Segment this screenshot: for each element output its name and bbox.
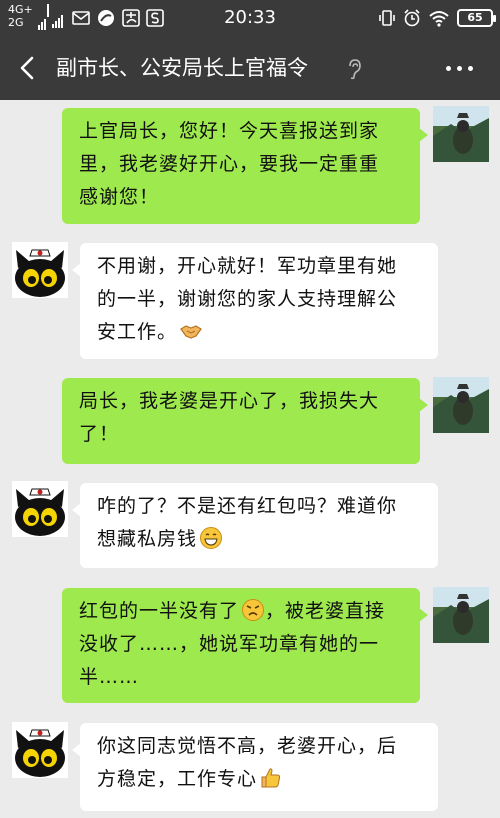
battery-level: 65	[467, 11, 483, 24]
message-line: 没收了……，她说军功章有她的一	[79, 633, 380, 655]
my-avatar[interactable]	[433, 377, 489, 433]
message-line: 安工作。	[97, 316, 422, 349]
message-text: 安工作。	[97, 321, 178, 343]
message-line: 感谢您！	[79, 186, 160, 208]
message-line: 了！	[79, 423, 120, 445]
back-arrow-icon[interactable]	[14, 54, 42, 82]
chat-title: 副市长、公安局长上官福令	[56, 56, 308, 80]
alarm-icon	[404, 9, 420, 27]
my-avatar[interactable]	[433, 106, 489, 162]
vibrate-icon	[379, 10, 395, 26]
earpiece-mode-icon	[349, 59, 361, 80]
message-line: 半……	[79, 666, 140, 688]
message-line: 局长，我老婆是开心了，我损失大	[79, 390, 380, 412]
status-bar: 4G+ 2G 20:33 65	[0, 0, 500, 36]
message-text: 想藏私房钱	[97, 528, 198, 550]
contact-avatar[interactable]	[12, 242, 68, 298]
message-bubble[interactable]: 局长，我老婆是开心了，我损失大 了！	[62, 378, 428, 464]
more-dots-icon[interactable]	[446, 66, 474, 72]
message-line: 不用谢，开心就好！军功章里有她	[97, 255, 398, 277]
message-line: 想藏私房钱	[97, 523, 422, 556]
message-line: 你这同志觉悟不高，老婆开心，后	[97, 735, 398, 757]
message-line: 红包的一半没有了 ，被老婆直接	[79, 595, 404, 628]
message-bubble[interactable]: 咋的了？不是还有红包吗？难道你 想藏私房钱	[72, 483, 438, 568]
message-line: 里，我老婆好开心，要我一定重重	[79, 153, 380, 175]
clock: 20:33	[224, 7, 276, 28]
chat-header: 副市长、公安局长上官福令	[0, 36, 500, 100]
message-line: 的一半，谢谢您的家人支持理解公	[97, 288, 398, 310]
message-text: 方稳定，工作专心	[97, 768, 258, 790]
message-bubble[interactable]: 不用谢，开心就好！军功章里有她 的一半，谢谢您的家人支持理解公 安工作。	[72, 243, 438, 359]
thumbs-up-emoji-icon	[261, 768, 281, 788]
battery-icon: 65	[457, 9, 496, 27]
message-bubble[interactable]: 红包的一半没有了 ，被老婆直接 没收了……，她说军功章有她的一 半……	[62, 588, 428, 703]
message-text: ，被老婆直接	[265, 600, 386, 622]
message-text: 红包的一半没有了	[79, 600, 240, 622]
my-avatar[interactable]	[433, 587, 489, 643]
contact-avatar[interactable]	[12, 481, 68, 537]
handshake-emoji-icon	[180, 325, 202, 339]
angry-emoji-icon	[242, 599, 265, 621]
message-bubble[interactable]: 你这同志觉悟不高，老婆开心，后 方稳定，工作专心	[72, 723, 438, 811]
message-line: 方稳定，工作专心	[97, 763, 422, 796]
message-bubble[interactable]: 上官局长，您好！今天喜报送到家 里，我老婆好开心，要我一定重重 感谢您！	[62, 108, 428, 224]
wifi-icon	[429, 11, 449, 27]
grin-emoji-icon	[200, 527, 223, 549]
message-line: 上官局长，您好！今天喜报送到家	[79, 120, 380, 142]
contact-avatar[interactable]	[12, 722, 68, 778]
message-line: 咋的了？不是还有红包吗？难道你	[97, 495, 398, 517]
